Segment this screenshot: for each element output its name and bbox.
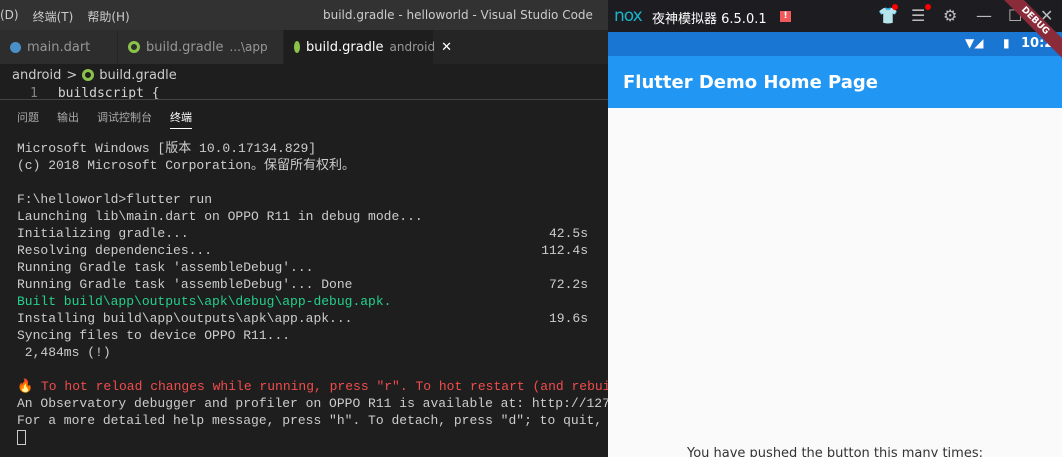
elapsed-time: 42.5s [548, 226, 588, 241]
tab-label: build.gradle [306, 39, 384, 55]
window-title: build.gradle - helloworld - Visual Studi… [323, 8, 593, 22]
menu-item-terminal[interactable]: 终端(T) [33, 8, 74, 25]
terminal-text: Resolving dependencies... [17, 243, 213, 258]
vscode-window: (D) 终端(T) 帮助(H) build.gradle - helloworl… [0, 0, 608, 457]
chevron-right-icon: > [66, 67, 78, 83]
tab-build-gradle-android[interactable]: build.gradle android ✕ [284, 30, 452, 64]
gear-icon[interactable]: ⚙ [943, 6, 957, 25]
gradle-icon [128, 41, 140, 53]
terminal-line: Running Gradle task 'assembleDebug'... D… [17, 276, 608, 293]
terminal-text: Running Gradle task 'assembleDebug'... [17, 260, 314, 275]
terminal-text: F:\helloworld>flutter run [17, 192, 213, 207]
minimize-icon[interactable]: — [976, 6, 992, 25]
breadcrumb: android > build.gradle [0, 64, 608, 86]
terminal-text: Installing build\app\outputs\apk\app.apk… [17, 311, 353, 326]
notification-dot [892, 4, 898, 10]
gradle-icon [82, 69, 95, 81]
terminal[interactable]: Microsoft Windows [版本 10.0.17134.829] (c)… [0, 134, 608, 446]
terminal-text: An Observatory debugger and profiler on … [17, 396, 608, 411]
tab-label: main.dart [27, 39, 91, 55]
counter-label: You have pushed the button this many tim… [686, 446, 983, 457]
menu-item-help[interactable]: 帮助(H) [87, 8, 129, 25]
app-bar: Flutter Demo Home Page [608, 56, 1062, 108]
wifi-signal-icon: ▼◢ [965, 36, 984, 50]
terminal-line: Installing build\app\outputs\apk\app.apk… [17, 310, 608, 327]
gradle-icon [294, 41, 300, 53]
terminal-text: 2,484ms (!) [17, 345, 111, 360]
terminal-text: For a more detailed help message, press … [17, 413, 603, 428]
terminal-line: F:\helloworld>flutter run [17, 191, 608, 208]
alert-icon[interactable]: ! [780, 11, 791, 22]
elapsed-time: 19.6s [548, 311, 588, 326]
elapsed-time: 72.2s [548, 277, 588, 292]
emulator-title-bar: nox 夜神模拟器 6.5.0.1 ! 👕 ☰ ⚙ — ☐ ✕ [608, 0, 1062, 32]
tab-sublabel: ...\app [229, 40, 268, 54]
terminal-line: Built build\app\outputs\apk\debug\app-de… [17, 293, 608, 310]
elapsed-time: 112.4s [541, 243, 588, 258]
line-number: 1 [30, 86, 38, 100]
editor-tabs: main.dart build.gradle ...\app build.grad… [0, 30, 608, 64]
tab-output[interactable]: 输出 [57, 109, 79, 125]
title-bar: (D) 终端(T) 帮助(H) build.gradle - helloworl… [0, 0, 608, 30]
terminal-line: Microsoft Windows [版本 10.0.17134.829] [17, 140, 608, 157]
terminal-text: Microsoft Windows [版本 10.0.17134.829] [17, 141, 317, 156]
tab-terminal[interactable]: 终端 [170, 109, 192, 129]
terminal-line: Launching lib\main.dart on OPPO R11 in d… [17, 208, 608, 225]
android-status-bar: ▼◢ ▮ 10:20 [608, 32, 1062, 56]
tab-main-dart[interactable]: main.dart [0, 30, 118, 64]
breadcrumb-file[interactable]: build.gradle [99, 68, 177, 83]
close-icon[interactable]: ✕ [441, 40, 452, 55]
terminal-line: Resolving dependencies... 112.4s [17, 242, 608, 259]
terminal-prompt[interactable] [17, 429, 608, 446]
menu-icon[interactable]: ☰ [911, 6, 925, 25]
breadcrumb-folder[interactable]: android [12, 68, 61, 83]
terminal-line: For a more detailed help message, press … [17, 412, 608, 429]
terminal-text: Launching lib\main.dart on OPPO R11 in d… [17, 209, 423, 224]
terminal-line: 🔥 To hot reload changes while running, p… [17, 378, 608, 395]
terminal-line: Running Gradle task 'assembleDebug'... [17, 259, 608, 276]
terminal-line: Syncing files to device OPPO R11... [17, 327, 608, 344]
terminal-line: Initializing gradle... 42.5s [17, 225, 608, 242]
dart-icon [10, 41, 21, 53]
emulator-title: 夜神模拟器 6.5.0.1 [652, 12, 767, 27]
terminal-line: An Observatory debugger and profiler on … [17, 395, 608, 412]
terminal-text: Syncing files to device OPPO R11... [17, 328, 291, 343]
terminal-cursor [17, 430, 26, 446]
code-line[interactable]: 1 buildscript { [0, 86, 608, 100]
terminal-text: Initializing gradle... [17, 226, 189, 241]
tab-sublabel: android [389, 40, 436, 54]
nox-emulator-window: nox 夜神模拟器 6.5.0.1 ! 👕 ☰ ⚙ — ☐ ✕ ▼◢ ▮ 10:… [608, 0, 1062, 457]
menu-item[interactable]: (D) [0, 8, 19, 25]
tab-debug-console[interactable]: 调试控制台 [97, 109, 152, 125]
terminal-text: (c) 2018 Microsoft Corporation。保留所有权利。 [17, 158, 356, 173]
terminal-line: 2,484ms (!) [17, 344, 608, 361]
terminal-text: Built build\app\outputs\apk\debug\app-de… [17, 294, 392, 309]
tab-build-gradle-app[interactable]: build.gradle ...\app [118, 30, 284, 64]
notification-dot [925, 4, 931, 10]
terminal-text: Running Gradle task 'assembleDebug'... D… [17, 277, 353, 292]
menu-bar: (D) 终端(T) 帮助(H) [0, 8, 130, 25]
app-title: Flutter Demo Home Page [623, 72, 878, 93]
tab-problems[interactable]: 问题 [17, 109, 39, 125]
nox-logo: nox [614, 6, 643, 26]
battery-icon: ▮ [1003, 36, 1010, 50]
terminal-line: (c) 2018 Microsoft Corporation。保留所有权利。 [17, 157, 608, 174]
code-text: buildscript { [57, 86, 160, 100]
terminal-text: 🔥 To hot reload changes while running, p… [17, 379, 608, 394]
tab-label: build.gradle [146, 39, 224, 55]
panel-tabs: 问题 输出 调试控制台 终端 [0, 100, 608, 134]
